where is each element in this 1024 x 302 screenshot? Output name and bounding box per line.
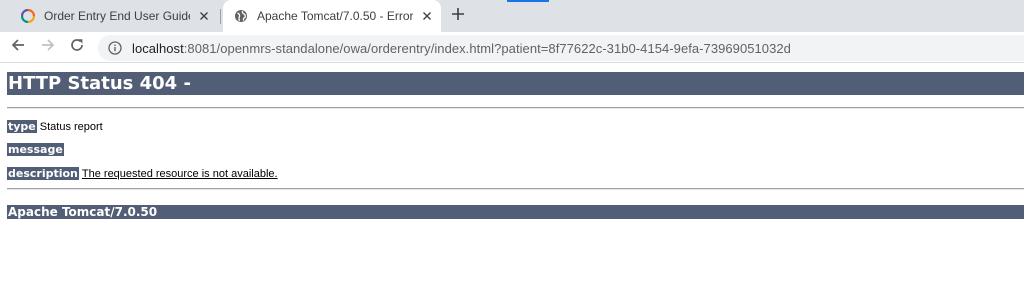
url-path: :8081/openmrs-standalone/owa/orderentry/… <box>183 40 791 56</box>
tab-separator <box>220 9 221 24</box>
close-icon[interactable] <box>196 8 212 24</box>
back-button[interactable] <box>7 36 29 58</box>
tab-tomcat-error[interactable]: Apache Tomcat/7.0.50 - Error rep <box>223 0 441 32</box>
reload-icon <box>69 37 85 58</box>
url-host: localhost <box>132 40 184 56</box>
plus-icon <box>451 7 465 26</box>
address-bar[interactable]: localhost:8081/openmrs-standalone/owa/or… <box>98 35 1024 61</box>
url-text[interactable]: localhost:8081/openmrs-standalone/owa/or… <box>132 41 791 56</box>
reload-button[interactable] <box>66 36 88 58</box>
tab-order-entry-guide[interactable]: Order Entry End User Guide for L <box>12 0 218 32</box>
page-content: HTTP Status 404 - type Status report mes… <box>0 64 1024 302</box>
arrow-left-icon <box>10 37 26 58</box>
tab-title: Order Entry End User Guide for L <box>44 9 190 23</box>
new-tab-button[interactable] <box>447 5 469 27</box>
openmrs-icon <box>20 8 36 24</box>
arrow-right-icon <box>40 37 56 58</box>
type-value: Status report <box>39 120 103 133</box>
message-label: message <box>7 143 64 156</box>
close-icon[interactable] <box>419 8 435 24</box>
description-row: description The requested resource is no… <box>7 167 278 180</box>
type-row: type Status report <box>7 120 103 133</box>
divider <box>7 188 1024 190</box>
tab-title: Apache Tomcat/7.0.50 - Error rep <box>257 9 413 23</box>
forward-button[interactable] <box>37 36 59 58</box>
page-title: HTTP Status 404 - <box>7 72 1024 95</box>
server-info: Apache Tomcat/7.0.50 <box>7 205 1024 219</box>
info-icon[interactable] <box>108 41 122 55</box>
message-row: message <box>7 143 67 156</box>
description-value: The requested resource is not available. <box>81 167 278 180</box>
tabstrip-accent <box>507 0 549 2</box>
browser-toolbar: localhost:8081/openmrs-standalone/owa/or… <box>0 32 1024 63</box>
tab-strip: Order Entry End User Guide for L Apache … <box>0 0 1024 32</box>
divider <box>7 107 1024 109</box>
type-label: type <box>7 120 37 133</box>
description-label: description <box>7 167 79 180</box>
globe-icon <box>233 8 249 24</box>
